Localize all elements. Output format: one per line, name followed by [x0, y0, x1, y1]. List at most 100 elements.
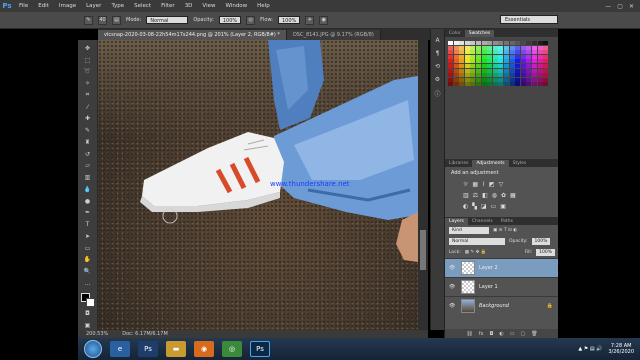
swatch[interactable]: [453, 77, 459, 82]
swatch[interactable]: [498, 41, 504, 45]
zoom-tool-icon[interactable]: 🔍: [83, 267, 93, 276]
swatch[interactable]: [543, 82, 549, 87]
firefox-taskbar-icon[interactable]: ◉: [194, 341, 214, 357]
swatch[interactable]: [459, 63, 465, 68]
swatch[interactable]: [543, 45, 549, 50]
swatch[interactable]: [470, 41, 476, 45]
layer-name[interactable]: Background: [479, 303, 509, 309]
photoshop-taskbar-icon[interactable]: Ps: [250, 341, 270, 357]
swatch[interactable]: [531, 50, 537, 55]
vibrance-icon[interactable]: ▽: [499, 181, 504, 188]
swatch[interactable]: [515, 59, 521, 64]
swatch[interactable]: [543, 41, 549, 45]
swatch[interactable]: [464, 63, 470, 68]
dodge-tool-icon[interactable]: ●: [83, 197, 93, 206]
swatch[interactable]: [509, 59, 515, 64]
swatch[interactable]: [453, 45, 459, 50]
blend-mode-select[interactable]: Normal: [449, 238, 505, 245]
delete-layer-icon[interactable]: 🗑: [531, 331, 537, 337]
swatch[interactable]: [537, 73, 543, 78]
pen-tool-icon[interactable]: ✒: [83, 209, 93, 218]
opacity-field[interactable]: 100%: [218, 16, 242, 24]
tab-document-2[interactable]: DSC_8141.JPG @ 9.17% (RGB/8): [286, 30, 381, 40]
swatch[interactable]: [526, 63, 532, 68]
menu-image[interactable]: Image: [54, 3, 81, 9]
clone-stamp-tool-icon[interactable]: ♜: [83, 138, 93, 147]
levels-icon[interactable]: ▦: [472, 181, 478, 188]
swatch[interactable]: [475, 63, 481, 68]
add-mask-icon[interactable]: ◘: [489, 331, 493, 337]
swatch[interactable]: [531, 82, 537, 87]
swatch[interactable]: [448, 54, 453, 59]
swatch[interactable]: [492, 59, 498, 64]
new-adjustment-icon[interactable]: ◐: [499, 331, 503, 337]
swatch[interactable]: [464, 68, 470, 73]
swatch[interactable]: [481, 73, 487, 78]
menu-help[interactable]: Help: [252, 3, 275, 9]
swatch[interactable]: [470, 73, 476, 78]
explorer-taskbar-icon[interactable]: ▬: [166, 341, 186, 357]
menu-filter[interactable]: Filter: [156, 3, 180, 9]
swatch[interactable]: [531, 68, 537, 73]
swatch[interactable]: [464, 82, 470, 87]
swatch[interactable]: [537, 50, 543, 55]
blur-tool-icon[interactable]: 💧: [83, 185, 93, 194]
character-panel-icon[interactable]: A: [435, 37, 439, 44]
swatch[interactable]: [503, 54, 509, 59]
info-panel-icon[interactable]: ⓘ: [434, 89, 440, 98]
crop-tool-icon[interactable]: ⌗: [83, 91, 93, 100]
swatch[interactable]: [515, 68, 521, 73]
clock[interactable]: 7:28 AM 3/26/2020: [608, 343, 634, 355]
swatch[interactable]: [498, 45, 504, 50]
chrome-taskbar-icon[interactable]: ◎: [222, 341, 242, 357]
swatch[interactable]: [470, 63, 476, 68]
swatch[interactable]: [487, 77, 493, 82]
swatch[interactable]: [543, 77, 549, 82]
tab-adjustments[interactable]: Adjustments: [472, 160, 509, 167]
color-chips[interactable]: [80, 292, 95, 307]
swatch[interactable]: [515, 45, 521, 50]
swatch[interactable]: [498, 54, 504, 59]
invert-icon[interactable]: ◐: [463, 203, 468, 210]
properties-panel-icon[interactable]: ⚙: [435, 76, 440, 83]
swatch[interactable]: [492, 63, 498, 68]
swatch[interactable]: [453, 68, 459, 73]
swatch[interactable]: [459, 77, 465, 82]
swatch[interactable]: [448, 68, 453, 73]
swatch[interactable]: [464, 77, 470, 82]
kind-filter[interactable]: Kind: [449, 227, 489, 234]
black-white-icon[interactable]: ◧: [482, 192, 488, 199]
lock-icons[interactable]: ▦ ✎ ✥ 🔒: [465, 250, 487, 255]
swatch[interactable]: [509, 73, 515, 78]
swatch[interactable]: [481, 68, 487, 73]
swatch[interactable]: [464, 50, 470, 55]
swatch[interactable]: [481, 45, 487, 50]
swatch[interactable]: [526, 82, 532, 87]
brightness-icon[interactable]: ☼: [463, 181, 468, 188]
swatch[interactable]: [475, 82, 481, 87]
swatch[interactable]: [503, 59, 509, 64]
background-color[interactable]: [85, 297, 95, 307]
swatch[interactable]: [475, 77, 481, 82]
swatch[interactable]: [464, 54, 470, 59]
swatch[interactable]: [498, 77, 504, 82]
menu-view[interactable]: View: [197, 3, 220, 9]
swatch[interactable]: [515, 50, 521, 55]
layer-opacity-field[interactable]: 100%: [531, 238, 551, 245]
swatch[interactable]: [509, 82, 515, 87]
swatch[interactable]: [526, 50, 532, 55]
swatch[interactable]: [481, 54, 487, 59]
swatch[interactable]: [453, 54, 459, 59]
swatch[interactable]: [520, 54, 526, 59]
tab-color[interactable]: Color: [445, 30, 465, 37]
gradient-map-icon[interactable]: ▭: [491, 203, 497, 210]
swatch[interactable]: [543, 63, 549, 68]
selective-color-icon[interactable]: ▣: [500, 203, 506, 210]
layer-row[interactable]: 👁 Layer 2: [445, 258, 559, 277]
swatch[interactable]: [531, 63, 537, 68]
swatch[interactable]: [492, 54, 498, 59]
flow-field[interactable]: 100%: [278, 16, 301, 24]
swatch[interactable]: [492, 82, 498, 87]
swatch[interactable]: [470, 59, 476, 64]
swatch[interactable]: [520, 77, 526, 82]
